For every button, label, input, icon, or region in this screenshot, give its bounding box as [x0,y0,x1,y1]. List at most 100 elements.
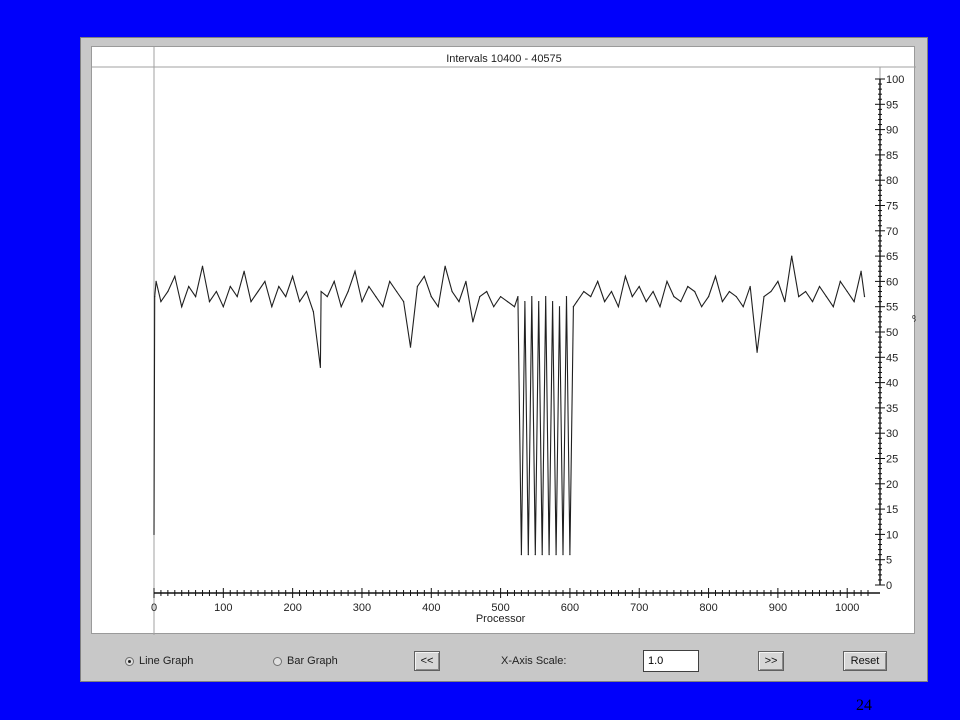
data-point [375,295,377,298]
data-point [167,290,169,293]
data-point [243,270,245,272]
series-line [153,256,866,555]
y-tick-label: 90 [886,125,898,137]
data-point [298,301,301,303]
data-point [264,280,266,282]
data-point [409,346,412,348]
data-point [846,290,848,293]
data-point [562,554,564,556]
data-point [853,301,855,303]
data-point [153,533,155,535]
data-point [572,306,574,308]
data-point [597,280,599,282]
data-point [361,301,363,303]
data-point [791,255,793,257]
data-point [673,295,675,298]
y-tick-label: 95 [886,99,898,111]
data-point [714,275,717,277]
y-tick-label: 40 [886,378,898,390]
scroll-left-button[interactable]: << [414,651,440,671]
y-tick-label: 60 [886,276,898,288]
data-point [285,295,287,298]
data-point [576,301,578,303]
data-point [423,275,425,277]
x-tick-label: 200 [283,602,301,614]
xaxis-scale-label: X-Axis Scale: [501,655,567,667]
bar-graph-label: Bar Graph [287,655,338,667]
plot-panel: Intervals 10400 - 40575 0 5 10 15 20 25 30 35 40 4… [91,46,916,635]
data-point [486,290,488,293]
y-tick-label: 5 [886,555,892,567]
data-point [215,290,217,293]
x-tick-label: 400 [422,602,440,614]
data-point [174,275,176,277]
data-point [728,290,730,293]
control-bar: Line Graph Bar Graph << X-Axis Scale: 1.… [81,643,929,683]
data-point [354,270,356,272]
data-point [534,554,536,556]
data-point [749,285,751,288]
data-point [545,295,547,298]
data-point [160,301,162,303]
window: Intervals 10400 - 40575 0 5 10 15 20 25 30 35 40 4… [80,37,928,682]
data-point [805,290,807,293]
data-point [278,285,280,288]
line-graph-radio[interactable]: Line Graph [125,655,193,667]
data-point [257,290,259,293]
data-point [680,301,682,303]
y-tick-label: 35 [886,403,898,415]
y-tick-label: 70 [886,226,898,238]
xaxis-scale-input[interactable]: 1.0 [643,650,699,672]
data-point [305,290,308,293]
data-point [832,306,834,308]
data-point [430,295,432,298]
y-tick-label: 15 [886,504,898,516]
data-point [811,301,814,303]
x-tick-label: 0 [151,602,157,614]
data-point [472,321,474,323]
radio-selected-icon [125,656,134,666]
radio-unselected-icon [273,656,282,666]
data-point [863,295,866,298]
data-point [603,301,606,303]
data-point [555,554,557,556]
data-point [154,295,156,298]
chart-title: Intervals 10400 - 40575 [446,53,562,65]
data-point [707,295,710,298]
data-point [687,285,689,288]
data-point [201,265,204,267]
data-point [506,301,509,303]
y-tick-label: 65 [886,251,898,263]
data-point [694,290,696,293]
data-point [583,290,585,293]
data-point [645,301,647,303]
data-point [333,280,335,282]
data-point [777,280,779,282]
data-point [319,366,321,369]
y-tick-label: 85 [886,150,898,162]
data-point [721,301,724,303]
data-point [465,280,467,282]
data-point [531,295,533,298]
data-point [638,285,640,288]
data-point [825,295,828,298]
data-point [368,285,370,288]
x-axis-label: Processor [476,613,526,625]
data-point [513,306,516,308]
line-chart: Intervals 10400 - 40575 0 5 10 15 20 25 30 35 40 4… [92,47,916,635]
data-point [208,301,211,303]
data-point [798,295,800,298]
bar-graph-radio[interactable]: Bar Graph [273,655,338,667]
x-tick-label: 800 [699,602,717,614]
data-point [524,301,526,303]
line-graph-label: Line Graph [139,655,194,667]
x-tick-label: 600 [561,602,579,614]
data-point [839,280,841,282]
scroll-right-button[interactable]: >> [758,651,784,671]
y-tick-label: 10 [886,529,898,541]
data-point [742,306,744,308]
reset-button[interactable]: Reset [843,651,887,671]
data-point [312,311,315,313]
y-tick-label: 75 [886,201,898,213]
data-point [763,295,765,298]
